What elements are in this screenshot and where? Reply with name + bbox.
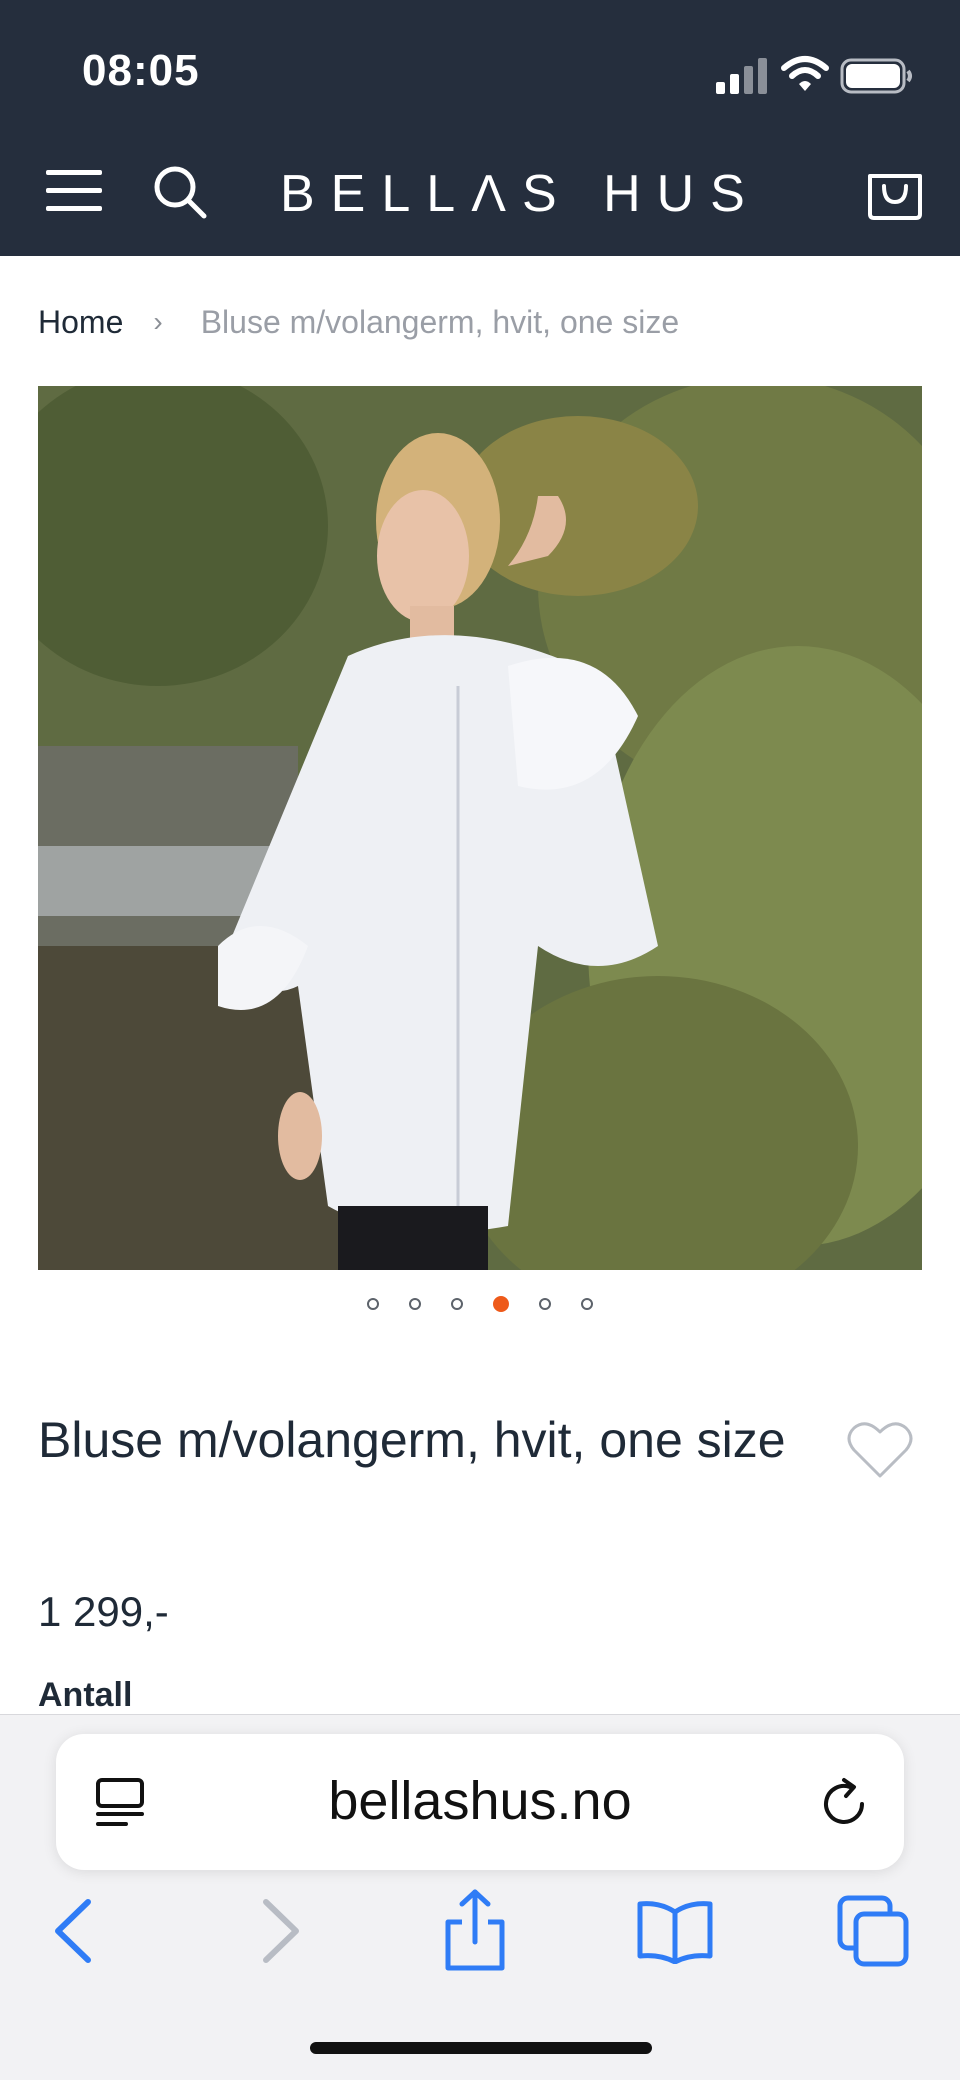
breadcrumb-current: Bluse m/volangerm, hvit, one size — [200, 303, 680, 340]
battery-icon — [840, 58, 912, 94]
carousel-dot[interactable] — [539, 1298, 551, 1310]
wifi-icon — [781, 56, 829, 91]
breadcrumb-separator-icon: › — [153, 306, 163, 337]
forward-icon[interactable] — [256, 1898, 306, 1964]
url-text[interactable]: bellashus.no — [160, 1770, 800, 1832]
quantity-label: Antall — [38, 1676, 133, 1714]
carousel-dot[interactable] — [367, 1298, 379, 1310]
carousel-dot[interactable] — [409, 1298, 421, 1310]
tabs-icon[interactable] — [836, 1894, 910, 1968]
home-indicator[interactable] — [310, 2042, 652, 2054]
carousel-dots — [0, 1296, 960, 1312]
product-price: 1 299,- — [38, 1588, 169, 1635]
carousel-dot-active[interactable] — [493, 1296, 509, 1312]
share-icon[interactable] — [442, 1888, 508, 1974]
heart-icon[interactable] — [846, 1420, 914, 1480]
site-logo[interactable]: BELLΛS HUS — [280, 164, 761, 224]
cellular-signal-icon — [716, 58, 767, 94]
bookmarks-icon[interactable] — [636, 1898, 714, 1964]
breadcrumb: Home › Bluse m/volangerm, hvit, one size — [38, 300, 679, 344]
breadcrumb-home-link[interactable]: Home — [38, 304, 123, 341]
product-image[interactable] — [38, 386, 922, 1270]
carousel-dot[interactable] — [451, 1298, 463, 1310]
status-time: 08:05 — [82, 46, 200, 95]
carousel-dot[interactable] — [581, 1298, 593, 1310]
back-icon[interactable] — [48, 1898, 98, 1964]
product-title: Bluse m/volangerm, hvit, one size — [38, 1412, 786, 1468]
search-icon[interactable] — [150, 162, 210, 222]
hamburger-menu-icon[interactable] — [44, 168, 104, 214]
site-header: 08:05 BELLΛS HUS — [0, 0, 960, 256]
reader-icon[interactable] — [94, 1776, 146, 1830]
cart-icon[interactable] — [866, 164, 924, 222]
reload-icon[interactable] — [816, 1776, 872, 1832]
